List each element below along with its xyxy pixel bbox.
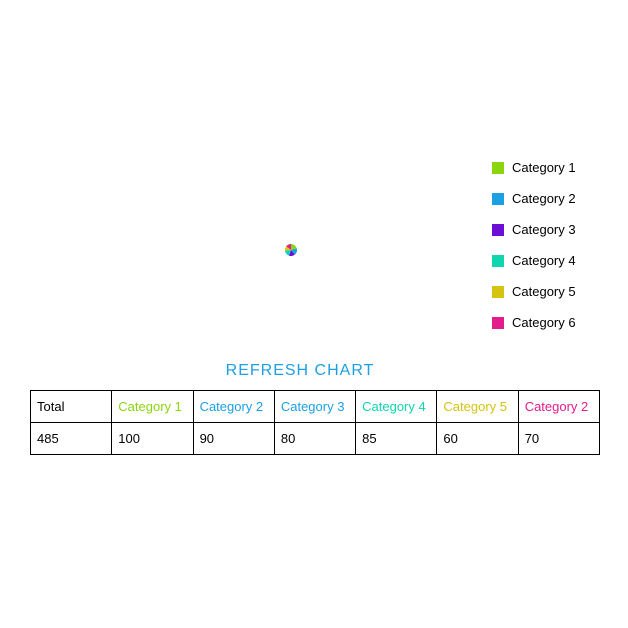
legend-item: Category 2 xyxy=(492,191,576,206)
legend-item: Category 6 xyxy=(492,315,576,330)
refresh-button[interactable]: REFRESH CHART xyxy=(0,362,600,380)
table-header-cell: Category 1 xyxy=(112,391,193,423)
legend-item: Category 4 xyxy=(492,253,576,268)
legend-label: Category 1 xyxy=(512,160,576,175)
table-cell: 60 xyxy=(437,423,518,455)
legend-label: Category 3 xyxy=(512,222,576,237)
table-header-cell: Category 5 xyxy=(437,391,518,423)
table-cell: 85 xyxy=(356,423,437,455)
legend-item: Category 1 xyxy=(492,160,576,175)
legend-swatch xyxy=(492,224,504,236)
table-cell: 80 xyxy=(274,423,355,455)
pie-chart xyxy=(285,244,297,256)
legend-swatch xyxy=(492,255,504,267)
legend-swatch xyxy=(492,317,504,329)
table-cell: 90 xyxy=(193,423,274,455)
table-cell: 70 xyxy=(518,423,599,455)
table-header-cell: Category 2 xyxy=(193,391,274,423)
data-table: TotalCategory 1Category 2Category 3Categ… xyxy=(30,390,600,455)
legend-label: Category 5 xyxy=(512,284,576,299)
table-header-cell: Category 2 xyxy=(518,391,599,423)
legend-item: Category 5 xyxy=(492,284,576,299)
legend-item: Category 3 xyxy=(492,222,576,237)
table-cell: 485 xyxy=(31,423,112,455)
legend-swatch xyxy=(492,162,504,174)
legend-label: Category 4 xyxy=(512,253,576,268)
legend-swatch xyxy=(492,286,504,298)
table-header-cell: Category 4 xyxy=(356,391,437,423)
table-row: 4851009080856070 xyxy=(31,423,600,455)
table-cell: 100 xyxy=(112,423,193,455)
legend: Category 1 Category 2 Category 3 Category 4… xyxy=(492,160,576,346)
legend-swatch xyxy=(492,193,504,205)
legend-label: Category 2 xyxy=(512,191,576,206)
table-header-row: TotalCategory 1Category 2Category 3Categ… xyxy=(31,391,600,423)
table-header-cell: Total xyxy=(31,391,112,423)
legend-label: Category 6 xyxy=(512,315,576,330)
table-header-cell: Category 3 xyxy=(274,391,355,423)
